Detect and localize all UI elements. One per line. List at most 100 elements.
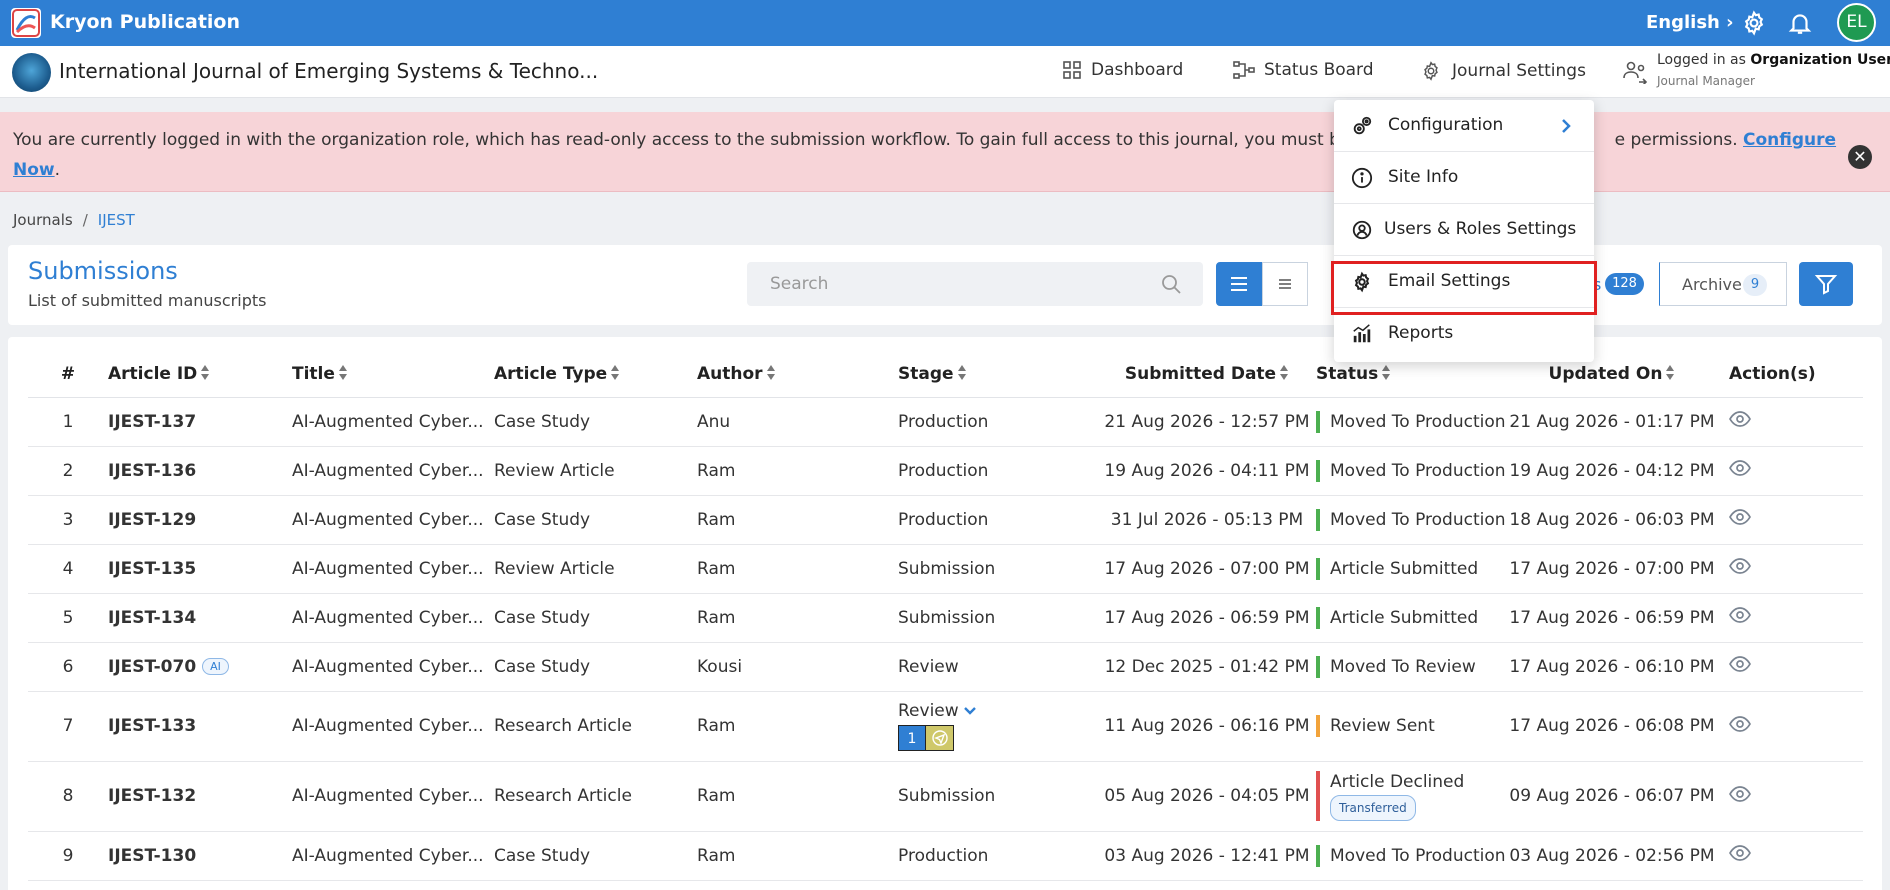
compact-view-button[interactable]: [1262, 262, 1308, 306]
article-title[interactable]: AI-Augmented Cyber...: [292, 831, 494, 881]
search-placeholder: Search: [770, 274, 829, 294]
updated-on: 17 Aug 2026 - 06:10 PM: [1509, 642, 1715, 692]
article-id[interactable]: IJEST-070: [108, 657, 196, 677]
journal-title[interactable]: International Journal of Emerging System…: [59, 59, 598, 83]
eye-icon[interactable]: [1729, 656, 1751, 677]
sort-icon[interactable]: [1666, 365, 1675, 381]
table-row[interactable]: 8 IJEST-132 AI-Augmented Cyber... Research …: [28, 761, 1863, 832]
table-row[interactable]: 9 IJEST-130 AI-Augmented Cyber... Case Stud…: [28, 831, 1863, 881]
col-updated-on-label: Updated On: [1548, 363, 1663, 384]
stage-label: Production: [898, 845, 989, 866]
article-id[interactable]: IJEST-129: [108, 510, 196, 530]
eye-icon[interactable]: [1729, 845, 1751, 866]
sort-icon[interactable]: [338, 365, 348, 381]
article-id[interactable]: IJEST-132: [108, 786, 196, 806]
sort-icon[interactable]: [1382, 365, 1391, 381]
active-count-badge: 128: [1605, 273, 1644, 295]
breadcrumb-current[interactable]: IJEST: [98, 211, 135, 229]
page-subtitle: List of submitted manuscripts: [28, 291, 267, 310]
nav-dashboard[interactable]: Dashboard: [1062, 60, 1183, 80]
sort-icon[interactable]: [957, 365, 967, 381]
table-row[interactable]: 7 IJEST-133 AI-Augmented Cyber... Research …: [28, 691, 1863, 762]
chevron-down-icon[interactable]: [964, 706, 976, 716]
sort-icon[interactable]: [766, 365, 776, 381]
brand-logo[interactable]: [11, 8, 41, 38]
article-id-cell: IJEST-136: [108, 446, 292, 496]
submitted-date: 12 Dec 2025 - 01:42 PM: [1098, 642, 1316, 692]
bell-icon[interactable]: [1787, 10, 1813, 36]
col-article-type[interactable]: Article Type: [494, 351, 697, 398]
article-title[interactable]: AI-Augmented Cyber...: [292, 642, 494, 692]
sort-icon[interactable]: [611, 365, 620, 381]
brand-name[interactable]: Kryon Publication: [50, 11, 240, 33]
table-row[interactable]: 5 IJEST-134 AI-Augmented Cyber... Case Stud…: [28, 593, 1863, 643]
filter-button[interactable]: [1799, 262, 1853, 306]
col-article-id[interactable]: Article ID: [108, 351, 292, 398]
article-id[interactable]: IJEST-136: [108, 461, 196, 481]
article-title[interactable]: AI-Augmented Cyber...: [292, 397, 494, 447]
col-submitted-date[interactable]: Submitted Date: [1098, 351, 1316, 398]
table-row[interactable]: 1 IJEST-137 AI-Augmented Cyber... Case Stud…: [28, 397, 1863, 447]
search-input[interactable]: Search: [747, 262, 1203, 306]
article-title[interactable]: AI-Augmented Cyber...: [292, 761, 494, 832]
col-stage[interactable]: Stage: [898, 351, 1098, 398]
article-title[interactable]: AI-Augmented Cyber...: [292, 691, 494, 762]
user-avatar[interactable]: EL: [1837, 3, 1876, 42]
sort-icon[interactable]: [1280, 365, 1289, 381]
menu-item-users-roles[interactable]: Users & Roles Settings: [1334, 204, 1594, 256]
nav-status-board[interactable]: Status Board: [1233, 60, 1374, 80]
eye-icon[interactable]: [1729, 460, 1751, 481]
eye-icon[interactable]: [1729, 558, 1751, 579]
article-title[interactable]: AI-Augmented Cyber...: [292, 544, 494, 594]
author: Ram: [697, 544, 898, 594]
eye-icon[interactable]: [1729, 509, 1751, 530]
list-view-button[interactable]: [1216, 262, 1262, 306]
menu-item-configuration[interactable]: Configuration: [1334, 100, 1594, 152]
search-icon[interactable]: [1161, 274, 1181, 294]
article-id[interactable]: IJEST-135: [108, 559, 196, 579]
article-title[interactable]: AI-Augmented Cyber...: [292, 446, 494, 496]
article-id-cell: IJEST-070 AI: [108, 642, 292, 692]
eye-icon[interactable]: [1729, 785, 1751, 807]
article-title[interactable]: AI-Augmented Cyber...: [292, 495, 494, 545]
article-id[interactable]: IJEST-137: [108, 412, 196, 432]
alert-text: You are currently logged in with the org…: [13, 130, 1389, 150]
col-title[interactable]: Title: [292, 351, 494, 398]
table-row[interactable]: 2 IJEST-136 AI-Augmented Cyber... Review Ar…: [28, 446, 1863, 496]
article-title[interactable]: AI-Augmented Cyber...: [292, 593, 494, 643]
menu-item-site-info[interactable]: Site Info: [1334, 152, 1594, 204]
submitted-date: 19 Aug 2026 - 04:11 PM: [1098, 446, 1316, 496]
table-row[interactable]: 4 IJEST-135 AI-Augmented Cyber... Review Ar…: [28, 544, 1863, 594]
archive-tab[interactable]: Archive 9: [1659, 262, 1787, 306]
users-gear-icon: [1352, 220, 1372, 240]
menu-item-reports[interactable]: Reports: [1334, 308, 1594, 360]
sort-icon[interactable]: [201, 365, 210, 381]
article-id[interactable]: IJEST-133: [108, 716, 196, 736]
stage-cell: Production: [898, 446, 1098, 496]
status-indicator: Article Submitted: [1316, 557, 1509, 580]
status-indicator: Review Sent: [1316, 715, 1509, 737]
col-status-label: Status: [1316, 363, 1379, 384]
menu-item-label: Configuration: [1388, 115, 1504, 135]
article-id[interactable]: IJEST-134: [108, 608, 196, 628]
row-number: 5: [28, 593, 108, 643]
settings-gear-icon[interactable]: [1741, 10, 1767, 36]
row-number: 9: [28, 831, 108, 881]
eye-icon[interactable]: [1729, 715, 1751, 737]
row-number: 6: [28, 642, 108, 692]
row-number: 8: [28, 761, 108, 832]
menu-item-label: Users & Roles Settings: [1384, 219, 1577, 239]
nav-journal-settings[interactable]: Journal Settings: [1419, 60, 1586, 82]
language-selector[interactable]: English ›: [1646, 12, 1734, 33]
table-row[interactable]: 3 IJEST-129 AI-Augmented Cyber... Case Stud…: [28, 495, 1863, 545]
article-id[interactable]: IJEST-130: [108, 846, 196, 866]
actions-cell: [1715, 642, 1863, 692]
eye-icon[interactable]: [1729, 411, 1751, 432]
close-icon[interactable]: ✕: [1848, 145, 1872, 169]
col-author[interactable]: Author: [697, 351, 898, 398]
table-row[interactable]: 6 IJEST-070 AI AI-Augmented Cyber... Case St…: [28, 642, 1863, 692]
breadcrumb-journals[interactable]: Journals: [13, 211, 73, 229]
eye-icon[interactable]: [1729, 607, 1751, 628]
submitted-date: 17 Aug 2026 - 07:00 PM: [1098, 544, 1316, 594]
review-round[interactable]: 1: [898, 725, 954, 751]
